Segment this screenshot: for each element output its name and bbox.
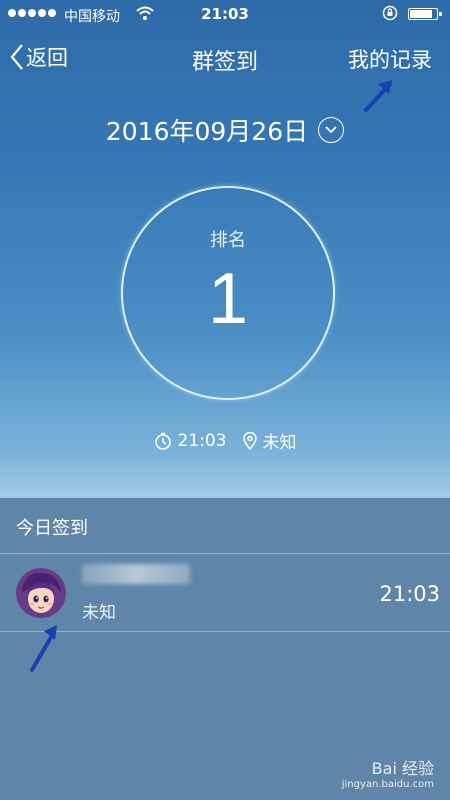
rank-value: 1 xyxy=(207,259,249,339)
watermark-brand: Bai 经验 xyxy=(371,759,434,778)
rank-circle: 排名 1 xyxy=(121,186,335,400)
user-name-redacted xyxy=(82,564,190,584)
rotation-lock-icon xyxy=(382,5,398,21)
battery-icon xyxy=(408,8,442,20)
annotation-arrow-icon xyxy=(364,80,392,112)
status-bar: 中国移动 21:03 xyxy=(0,0,450,28)
avatar[interactable] xyxy=(16,568,66,618)
stopwatch-icon xyxy=(154,432,171,450)
annotation-arrow-icon xyxy=(30,625,57,672)
panel-title: 今日签到 xyxy=(16,518,88,539)
sign-in-location-text: 未知 xyxy=(262,433,297,453)
sign-in-meta: 21:03 未知 xyxy=(0,428,450,453)
sign-in-time-text: 21:03 xyxy=(177,430,227,451)
chevron-left-icon xyxy=(10,44,23,70)
chevron-down-icon[interactable] xyxy=(318,117,345,143)
date-text: 2016年09月26日 xyxy=(105,117,309,146)
my-records-button[interactable]: 我的记录 xyxy=(348,44,432,74)
date-selector[interactable]: 2016年09月26日 xyxy=(0,112,450,148)
watermark-url: jingyan.baidu.com xyxy=(341,779,434,790)
back-button[interactable]: 返回 xyxy=(10,42,68,72)
sign-in-record-row[interactable]: 未知 21:03 xyxy=(0,554,450,632)
sign-in-time: 21:03 xyxy=(154,431,227,451)
back-label: 返回 xyxy=(26,46,68,70)
record-time: 21:03 xyxy=(379,582,440,606)
watermark-logo: Bai 经验 jingyan.baidu.com xyxy=(342,755,434,790)
panel-header: 今日签到 xyxy=(0,498,450,554)
location-pin-icon xyxy=(242,431,257,450)
sign-in-location: 未知 xyxy=(242,428,297,453)
user-location: 未知 xyxy=(82,603,116,623)
rank-label: 排名 xyxy=(210,230,246,251)
